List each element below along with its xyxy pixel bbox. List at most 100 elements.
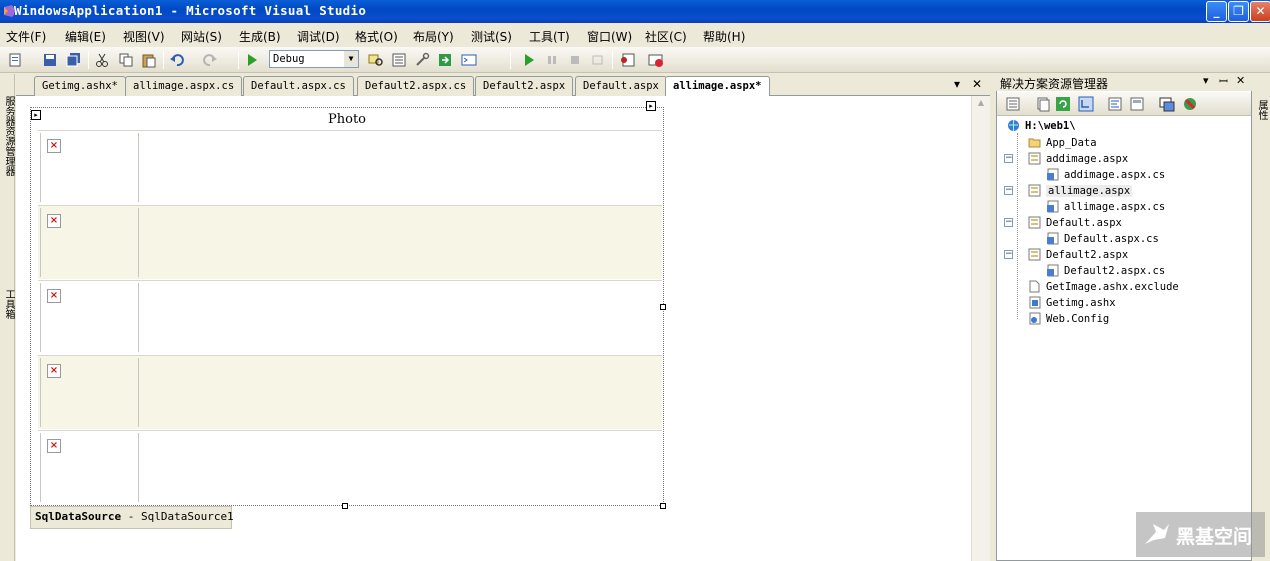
properties-tab[interactable]: 属性 xyxy=(1255,100,1267,120)
tree-item-allimage-aspx[interactable]: allimage.aspx xyxy=(1028,183,1133,198)
restart-icon[interactable] xyxy=(590,52,606,68)
find-in-files-icon[interactable] xyxy=(368,52,384,68)
copy-icon[interactable] xyxy=(118,52,134,68)
command-window-icon[interactable] xyxy=(461,52,477,68)
collapse-icon[interactable]: − xyxy=(1004,218,1013,227)
tree-item-default-aspx-cs[interactable]: Default.aspx.cs xyxy=(1046,231,1159,246)
folder-icon xyxy=(1028,138,1041,148)
tree-root-project[interactable]: H:\web1\ xyxy=(1007,118,1076,133)
collapse-icon[interactable]: − xyxy=(1004,250,1013,259)
menu-help[interactable]: 帮助(H) xyxy=(703,28,745,45)
debug-windows-icon[interactable] xyxy=(648,52,664,68)
menu-format[interactable]: 格式(O) xyxy=(355,28,398,45)
tree-item-label: Default2.aspx.cs xyxy=(1064,264,1166,277)
menu-debug[interactable]: 调试(D) xyxy=(297,28,340,45)
web-project-icon xyxy=(1008,120,1019,131)
solution-config-combo[interactable]: Debug ▼ xyxy=(269,50,359,68)
maximize-button[interactable]: ❐ xyxy=(1228,1,1249,22)
tab-getimg-ashx[interactable]: Getimg.ashx* xyxy=(34,76,126,96)
minimize-button[interactable]: _ xyxy=(1206,1,1227,22)
watermark-logo: 黑基空间 xyxy=(1136,512,1265,557)
paste-icon[interactable] xyxy=(141,52,157,68)
refresh-icon[interactable] xyxy=(1055,96,1071,112)
object-browser-icon[interactable] xyxy=(437,52,453,68)
tree-item-app-data[interactable]: App_Data xyxy=(1028,135,1097,150)
close-window-button[interactable]: ✕ xyxy=(1250,1,1270,22)
resize-handle-right[interactable] xyxy=(660,304,666,310)
copy-website-icon[interactable] xyxy=(1159,96,1175,112)
tree-item-allimage-aspx-cs[interactable]: allimage.aspx.cs xyxy=(1046,199,1165,214)
smart-tag-icon[interactable]: ▸ xyxy=(646,101,656,111)
breakpoint-window-icon[interactable] xyxy=(620,52,636,68)
image-cell: × xyxy=(40,358,139,427)
tab-default2-aspx-cs[interactable]: Default2.aspx.cs xyxy=(357,76,475,96)
menu-tools[interactable]: 工具(T) xyxy=(529,28,570,45)
menu-edit[interactable]: 编辑(E) xyxy=(65,28,106,45)
resize-handle-bottom[interactable] xyxy=(342,503,348,509)
menu-test[interactable]: 测试(S) xyxy=(471,28,512,45)
cut-icon[interactable] xyxy=(94,52,110,68)
gridview-header-photo: Photo xyxy=(328,112,366,127)
collapse-icon[interactable]: − xyxy=(1004,186,1013,195)
panel-dropdown-icon[interactable]: ▾ xyxy=(1203,74,1209,87)
properties-icon[interactable] xyxy=(391,52,407,68)
tree-item-default-aspx[interactable]: Default.aspx xyxy=(1028,215,1122,230)
save-all-icon[interactable] xyxy=(66,52,82,68)
menu-layout[interactable]: 布局(Y) xyxy=(413,28,454,45)
toolbox-tab[interactable]: 工具箱 xyxy=(2,289,14,319)
pin-icon[interactable]: ꟷ xyxy=(1219,74,1228,89)
tab-default-aspx[interactable]: Default.aspx xyxy=(575,76,667,96)
server-explorer-tab[interactable]: 服务器资源管理器 xyxy=(2,96,14,176)
tab-allimage-aspx[interactable]: allimage.aspx* xyxy=(665,76,770,97)
image-cell: × xyxy=(40,133,139,202)
menu-window[interactable]: 窗口(W) xyxy=(587,28,632,45)
pause-icon[interactable] xyxy=(544,52,560,68)
solution-explorer-title: 解决方案资源管理器 xyxy=(996,74,1252,91)
collapse-icon[interactable]: − xyxy=(1004,154,1013,163)
image-cell: × xyxy=(40,283,139,352)
tree-item-label: Default2.aspx xyxy=(1046,248,1129,261)
tree-item-addimage-aspx[interactable]: addimage.aspx xyxy=(1028,151,1128,166)
save-icon[interactable] xyxy=(42,52,58,68)
nest-related-files-icon[interactable] xyxy=(1078,96,1094,112)
document-tabs: Getimg.ashx* allimage.aspx.cs Default.as… xyxy=(16,74,990,97)
close-panel-icon[interactable]: ✕ xyxy=(1236,74,1245,87)
stop-icon[interactable] xyxy=(567,52,583,68)
tree-item-getimage-exclude[interactable]: GetImage.ashx.exclude xyxy=(1028,279,1179,294)
watermark-emblem-icon xyxy=(1145,524,1169,544)
scroll-up-icon[interactable]: ▲ xyxy=(974,98,988,112)
tree-item-web-config[interactable]: Web.Config xyxy=(1028,311,1109,326)
tab-list-dropdown-icon[interactable]: ▾ xyxy=(954,77,960,91)
redo-icon[interactable] xyxy=(202,52,218,68)
start-icon[interactable] xyxy=(521,52,537,68)
menu-community[interactable]: 社区(C) xyxy=(645,28,687,45)
tab-default-aspx-cs[interactable]: Default.aspx.cs xyxy=(243,76,354,96)
view-code-icon[interactable] xyxy=(1107,96,1123,112)
editor-vertical-scrollbar[interactable]: ▲ xyxy=(971,96,990,561)
show-all-files-icon[interactable] xyxy=(1035,96,1051,112)
menu-bar: 文件(F) 编辑(E) 视图(V) 网站(S) 生成(B) 调试(D) 格式(O… xyxy=(0,24,1270,46)
undo-icon[interactable] xyxy=(169,52,185,68)
properties-icon[interactable] xyxy=(1005,96,1021,112)
close-document-icon[interactable]: ✕ xyxy=(972,77,982,91)
tree-item-label: GetImage.ashx.exclude xyxy=(1046,280,1179,293)
tree-item-label: H:\web1\ xyxy=(1025,119,1076,132)
start-debugging-icon[interactable] xyxy=(244,52,260,68)
sqldatasource-control[interactable]: SqlDataSource - SqlDataSource1 xyxy=(30,506,234,529)
broken-image-icon: × xyxy=(47,289,61,303)
resize-handle-corner[interactable] xyxy=(660,503,666,509)
tab-default2-aspx[interactable]: Default2.aspx xyxy=(475,76,574,96)
tree-item-default2-aspx-cs[interactable]: Default2.aspx.cs xyxy=(1046,263,1165,278)
view-designer-icon[interactable] xyxy=(1129,96,1145,112)
toolbox-icon[interactable] xyxy=(414,52,430,68)
tree-item-getimg-ashx[interactable]: Getimg.ashx xyxy=(1028,295,1116,310)
asp-net-config-icon[interactable] xyxy=(1182,96,1198,112)
menu-file[interactable]: 文件(F) xyxy=(6,28,46,45)
tree-item-default2-aspx[interactable]: Default2.aspx xyxy=(1028,247,1128,262)
tab-allimage-aspx-cs[interactable]: allimage.aspx.cs xyxy=(125,76,243,96)
new-project-icon[interactable] xyxy=(8,52,24,68)
menu-website[interactable]: 网站(S) xyxy=(181,28,222,45)
tree-item-addimage-aspx-cs[interactable]: addimage.aspx.cs xyxy=(1046,167,1165,182)
menu-view[interactable]: 视图(V) xyxy=(123,28,165,45)
menu-build[interactable]: 生成(B) xyxy=(239,28,281,45)
